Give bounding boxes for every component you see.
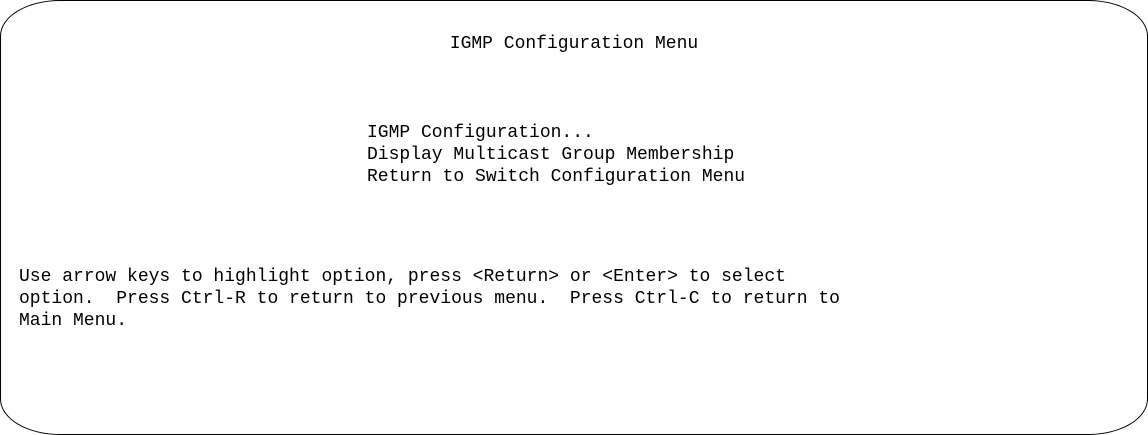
help-line: option. Press Ctrl-R to return to previo…: [19, 289, 840, 309]
menu-title: IGMP Configuration Menu: [449, 34, 699, 54]
terminal-screen-frame: [0, 0, 1148, 435]
menu-item-display-multicast-group-membership[interactable]: Display Multicast Group Membership: [367, 144, 745, 166]
menu-item-return-to-switch-configuration-menu[interactable]: Return to Switch Configuration Menu: [367, 166, 745, 188]
menu-list: IGMP Configuration... Display Multicast …: [367, 122, 745, 188]
help-line: Main Menu.: [19, 311, 128, 331]
menu-item-igmp-configuration[interactable]: IGMP Configuration...: [367, 122, 745, 144]
help-line: Use arrow keys to highlight option, pres…: [19, 267, 786, 287]
help-text: Use arrow keys to highlight option, pres…: [19, 266, 840, 332]
